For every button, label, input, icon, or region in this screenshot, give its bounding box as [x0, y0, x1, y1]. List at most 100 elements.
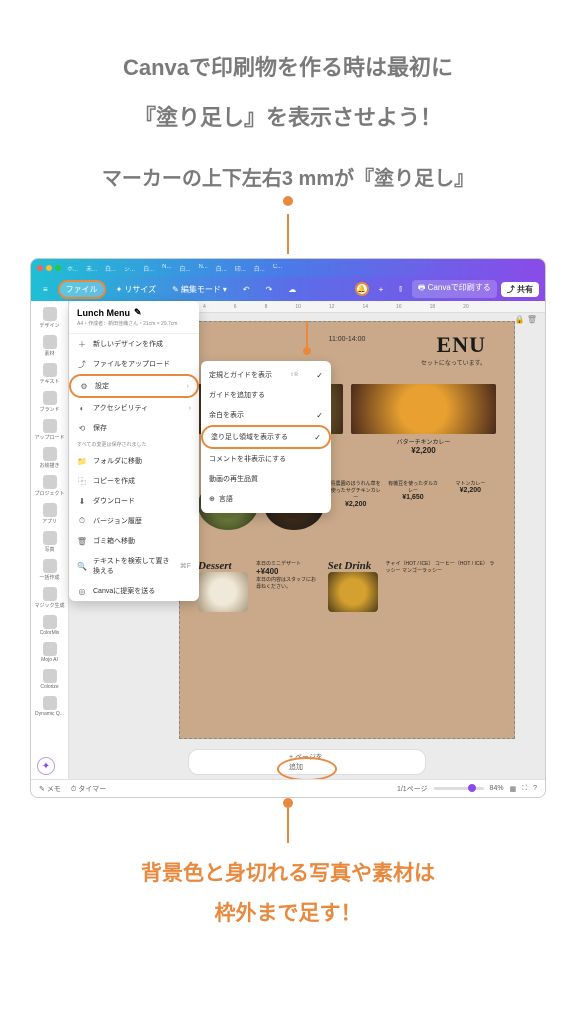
- sidebar-item-colormix[interactable]: ColorMix: [34, 613, 66, 638]
- add-icon[interactable]: +: [373, 283, 390, 296]
- trash-icon: 🗑: [77, 536, 87, 546]
- hero-line2: 『塗り足し』を表示させよう！: [20, 100, 556, 132]
- menu-video-quality[interactable]: 動画の再生品質: [201, 469, 331, 489]
- notification-icon[interactable]: 🔔: [355, 282, 369, 296]
- print-button[interactable]: 🖶 Canvaで印刷する: [412, 280, 497, 298]
- menu-version[interactable]: ⏱バージョン履歴: [69, 511, 199, 531]
- sidebar-item-elements[interactable]: 素材: [34, 333, 66, 359]
- globe-icon: ⊕: [209, 495, 215, 503]
- doc-subtitle: セットになっています。: [421, 358, 486, 367]
- chevron-right-icon: ›: [187, 383, 189, 390]
- menu-feedback[interactable]: ◎Canvaに提案を送る: [69, 581, 199, 601]
- file-menu-button[interactable]: ファイル: [58, 280, 106, 299]
- marker-line-bottom: [287, 808, 289, 843]
- memo-button[interactable]: ✎ メモ: [39, 784, 61, 794]
- menu-upload-file[interactable]: ⤴ファイルをアップロード: [69, 354, 199, 374]
- menu-icon[interactable]: ≡: [37, 283, 54, 296]
- marker-line: [287, 214, 289, 254]
- fullscreen-icon[interactable]: ⛶: [522, 785, 527, 793]
- menu-save[interactable]: ⟲保存: [69, 418, 199, 438]
- menu-copy[interactable]: ⿻コピーを作成: [69, 471, 199, 491]
- highlight-circle: [277, 757, 337, 779]
- hero-instruction: Canvaで印刷物を作る時は最初に 『塗り足し』を表示させよう！ マーカーの上下…: [0, 0, 576, 201]
- copy-icon: ⿻: [77, 476, 87, 486]
- menu-new-design[interactable]: ＋新しいデザインを作成: [69, 334, 199, 354]
- menu-accessibility[interactable]: ◐アクセシビリティ›: [69, 398, 199, 418]
- menu-hide-comments[interactable]: コメントを非表示にする: [201, 449, 331, 469]
- dessert-row: Dessert 本日のミニデザート +¥400 本日の内容はスタッフにお尋ねくだ…: [198, 560, 496, 612]
- canvas-lock-icons[interactable]: 🔒 🗑: [515, 315, 537, 324]
- sidebar-item-upload[interactable]: アップロード: [34, 417, 66, 443]
- redo-icon[interactable]: ↷: [260, 283, 279, 296]
- marker-dot-bottom: [283, 798, 293, 808]
- folder-icon: 📁: [77, 456, 87, 466]
- dessert-image: [198, 572, 248, 612]
- drink-image: [328, 572, 378, 612]
- accessibility-icon: ◐: [77, 403, 87, 413]
- sidebar-item-text[interactable]: テキスト: [34, 361, 66, 387]
- sidebar-item-colorize[interactable]: Colorize: [34, 667, 66, 692]
- download-icon: ⬇: [77, 496, 87, 506]
- help-icon[interactable]: ?: [533, 785, 537, 792]
- menu-ruler-guides[interactable]: 定規とガイドを表示⇧R✓: [201, 365, 331, 385]
- sidebar-item-design[interactable]: デザイン: [34, 305, 66, 331]
- app-toolbar: ≡ ファイル ✦ リサイズ ✎ 編集モード ▾ ↶ ↷ ☁ 🔔 + ⫾ 🖶 Ca…: [31, 277, 545, 301]
- sparkle-icon[interactable]: ✦: [37, 757, 55, 775]
- menu-show-margin[interactable]: 余白を表示✓: [201, 405, 331, 425]
- workspace: デザイン 素材 テキスト ブランド アップロード お絵描き プロジェクト アプリ…: [31, 301, 545, 779]
- menu-add-guide[interactable]: ガイドを追加する: [201, 385, 331, 405]
- grid-view-icon[interactable]: ▦: [510, 785, 517, 793]
- doc-meta: A4・作成者：新田佳織さん・21cm × 29.7cm: [77, 320, 191, 327]
- doc-title: ENU: [437, 332, 486, 358]
- footer-line2: 枠外まで足す！: [20, 897, 556, 927]
- sidebar-item-mojoai[interactable]: Mojo AI: [34, 640, 66, 665]
- browser-tabs[interactable]: ホ...未...白...シ...白...N...白...N...白...印...…: [67, 264, 539, 273]
- sidebar-item-dynamic[interactable]: Dynamic Q...: [34, 694, 66, 719]
- footer-instruction: 背景色と身切れる写真や素材は 枠外まで足す！: [0, 843, 576, 951]
- sidebar-item-photos[interactable]: 写真: [34, 529, 66, 555]
- settings-submenu: 定規とガイドを表示⇧R✓ ガイドを追加する 余白を表示✓ 塗り足し領域を表示する…: [201, 361, 331, 513]
- bleed-marker-top: [306, 321, 308, 351]
- menu-settings[interactable]: ⚙設定›: [69, 374, 199, 398]
- plus-icon: ＋: [77, 339, 87, 349]
- sidebar-item-bulk[interactable]: 一括作成: [34, 557, 66, 583]
- menu-language[interactable]: ⊕ 言語: [201, 489, 331, 509]
- sidebar-item-magic[interactable]: マジック生成: [34, 585, 66, 611]
- file-dropdown: Lunch Menu ✎ A4・作成者：新田佳織さん・21cm × 29.7cm…: [69, 301, 199, 601]
- menu-find-replace[interactable]: 🔍テキストを検索して置き換える⌘F: [69, 551, 199, 581]
- sidebar-item-apps[interactable]: アプリ: [34, 501, 66, 527]
- menu-trash[interactable]: 🗑ゴミ箱へ移動: [69, 531, 199, 551]
- sidebar-item-brand[interactable]: ブランド: [34, 389, 66, 415]
- doc-time: 11:00-14:00: [329, 336, 366, 343]
- curry-image: [351, 384, 496, 434]
- marker-dot: [283, 196, 293, 206]
- menu-show-bleed[interactable]: 塗り足し領域を表示する✓: [201, 425, 331, 449]
- clock-icon: ⏱: [77, 516, 87, 526]
- hero-line3: マーカーの上下左右3 mmが『塗り足し』: [20, 162, 556, 191]
- chart-icon[interactable]: ⫾: [393, 282, 408, 296]
- save-status: すべての変更は保存されました: [69, 438, 199, 451]
- window-titlebar: ホ...未...白...シ...白...N...白...N...白...印...…: [31, 259, 545, 277]
- cloud-sync-icon: ☁: [282, 283, 302, 296]
- zoom-level[interactable]: 84%: [490, 785, 504, 792]
- undo-icon[interactable]: ↶: [237, 283, 256, 296]
- bottom-bar: ✎ メモ ⏱ タイマー 1/1ページ 84% ▦ ⛶ ?: [31, 779, 545, 797]
- upload-icon: ⤴: [77, 359, 87, 369]
- sidebar: デザイン 素材 テキスト ブランド アップロード お絵描き プロジェクト アプリ…: [31, 301, 69, 779]
- page-indicator[interactable]: 1/1ページ: [397, 784, 428, 794]
- resize-button[interactable]: ✦ リサイズ: [110, 282, 162, 297]
- doc-title-field[interactable]: Lunch Menu ✎: [77, 307, 191, 318]
- footer-line1: 背景色と身切れる写真や素材は: [20, 857, 556, 887]
- save-icon: ⟲: [77, 423, 87, 433]
- menu-download[interactable]: ⬇ダウンロード: [69, 491, 199, 511]
- sidebar-item-draw[interactable]: お絵描き: [34, 445, 66, 471]
- target-icon: ◎: [77, 586, 87, 596]
- zoom-slider[interactable]: [434, 787, 484, 790]
- share-button[interactable]: ⤴ 共有: [501, 282, 539, 297]
- timer-button[interactable]: ⏱ タイマー: [71, 784, 106, 794]
- hero-line1: Canvaで印刷物を作る時は最初に: [20, 50, 556, 82]
- traffic-lights[interactable]: [37, 265, 61, 271]
- sidebar-item-projects[interactable]: プロジェクト: [34, 473, 66, 499]
- editmode-button[interactable]: ✎ 編集モード ▾: [166, 282, 233, 297]
- menu-move-folder[interactable]: 📁フォルダに移動: [69, 451, 199, 471]
